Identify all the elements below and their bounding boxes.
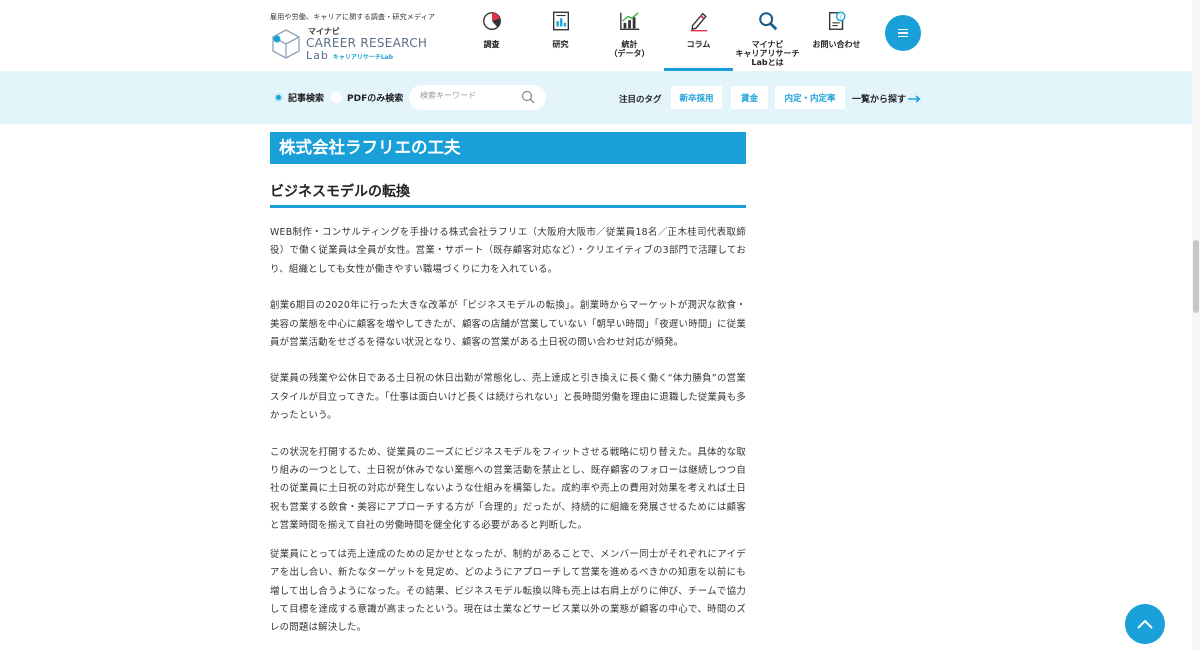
radio-unselected-icon	[331, 92, 342, 103]
search-icon[interactable]	[521, 90, 535, 104]
site-logo[interactable]: マイナビ CAREER RESEARCH Lab キャリアリサーチLab	[270, 26, 460, 62]
nav-item-statistics[interactable]: 統計 （データ）	[595, 0, 664, 71]
scrollbar-thumb[interactable]	[1193, 240, 1199, 313]
hamburger-icon	[898, 28, 908, 31]
nav-item-column[interactable]: コラム	[664, 0, 733, 71]
tag-new-graduate-hiring[interactable]: 新卒採用	[671, 86, 722, 109]
search-box	[409, 85, 546, 110]
chevron-up-icon	[1137, 619, 1153, 629]
featured-tags-label: 注目のタグ	[619, 95, 662, 105]
cube-logo-icon	[272, 29, 300, 59]
nav-item-research[interactable]: 研究	[526, 0, 595, 71]
nav-label: 研究	[552, 40, 569, 49]
report-icon	[552, 11, 569, 31]
nav-label: マイナビ キャリアリサーチ Labとは	[735, 40, 800, 67]
nav-label: 調査	[483, 40, 500, 49]
logo-area[interactable]: 雇用や労働、キャリアに関する調査・研究メディア マイナビ CAREER RESE…	[270, 12, 460, 62]
radio-pdf-search[interactable]: PDFのみ検索	[331, 91, 403, 104]
logo-sub-label: キャリアリサーチLab	[332, 54, 394, 61]
paragraph: 従業員の残業や公休日である土日祝の休日出勤が常態化し、売上達成と引き換えに長く働…	[270, 373, 746, 422]
site-tagline: 雇用や労働、キャリアに関する調査・研究メディア	[270, 13, 436, 21]
bar-chart-icon	[619, 12, 639, 30]
arrow-right-icon	[908, 94, 921, 103]
search-input[interactable]	[420, 91, 520, 100]
contact-icon: ?	[828, 11, 845, 30]
menu-button[interactable]	[885, 15, 921, 51]
nav-label: コラム	[686, 40, 711, 49]
radio-article-search[interactable]: 記事検索	[274, 91, 324, 104]
tag-wages[interactable]: 賃金	[731, 86, 768, 109]
pen-icon	[690, 12, 707, 32]
page-scrollbar[interactable]	[1192, 0, 1200, 650]
radio-article-label: 記事検索	[288, 94, 325, 104]
paragraph: 創業6期目の2020年に行った大きな改革が「ビジネスモデルの転換」。創業時からマ…	[270, 300, 746, 349]
magnifier-icon	[758, 12, 777, 31]
nav-label: 統計 （データ）	[609, 40, 650, 58]
nav-item-about[interactable]: マイナビ キャリアリサーチ Labとは	[733, 0, 802, 71]
browse-all-link[interactable]: 一覧から探す	[852, 92, 921, 105]
browse-all-label: 一覧から探す	[852, 95, 907, 105]
tag-job-offer-rate[interactable]: 内定・内定率	[775, 86, 845, 109]
back-to-top-button[interactable]	[1125, 604, 1165, 644]
nav-label: お問い合わせ	[812, 40, 861, 49]
main-nav: 調査 研究 統計 （データ） コラム マイナビ キャリアリサーチ Labとは ?…	[457, 0, 871, 71]
site-header: 雇用や労働、キャリアに関する調査・研究メディア マイナビ CAREER RESE…	[0, 0, 1200, 71]
radio-selected-icon	[274, 93, 283, 102]
nav-item-contact[interactable]: ? お問い合わせ	[802, 0, 871, 71]
pie-chart-icon	[482, 12, 501, 30]
svg-text:?: ?	[839, 14, 842, 20]
subsection-heading: ビジネスモデルの転換	[270, 182, 746, 208]
logo-line2: Lab キャリアリサーチLab	[306, 49, 394, 62]
paragraph: 従業員にとっては売上達成のための足かせとなったが、制約があることで、メンバー同士…	[270, 548, 746, 634]
section-heading: 株式会社ラフリエの工夫	[270, 132, 746, 164]
search-bar: 記事検索 PDFのみ検索 注目のタグ 新卒採用 賃金 内定・内定率 一覧から探す	[0, 71, 1200, 124]
radio-pdf-label: PDFのみ検索	[347, 94, 404, 104]
paragraph: WEB制作・コンサルティングを手掛ける株式会社ラフリエ（大阪府大阪市／従業員18…	[270, 227, 746, 275]
article-body: 株式会社ラフリエの工夫 ビジネスモデルの転換 WEB制作・コンサルティングを手掛…	[270, 132, 746, 638]
paragraph: この状況を打開するため、従業員のニーズにビジネスモデルをフィットさせる戦略に切り…	[270, 446, 746, 532]
nav-item-survey[interactable]: 調査	[457, 0, 526, 71]
